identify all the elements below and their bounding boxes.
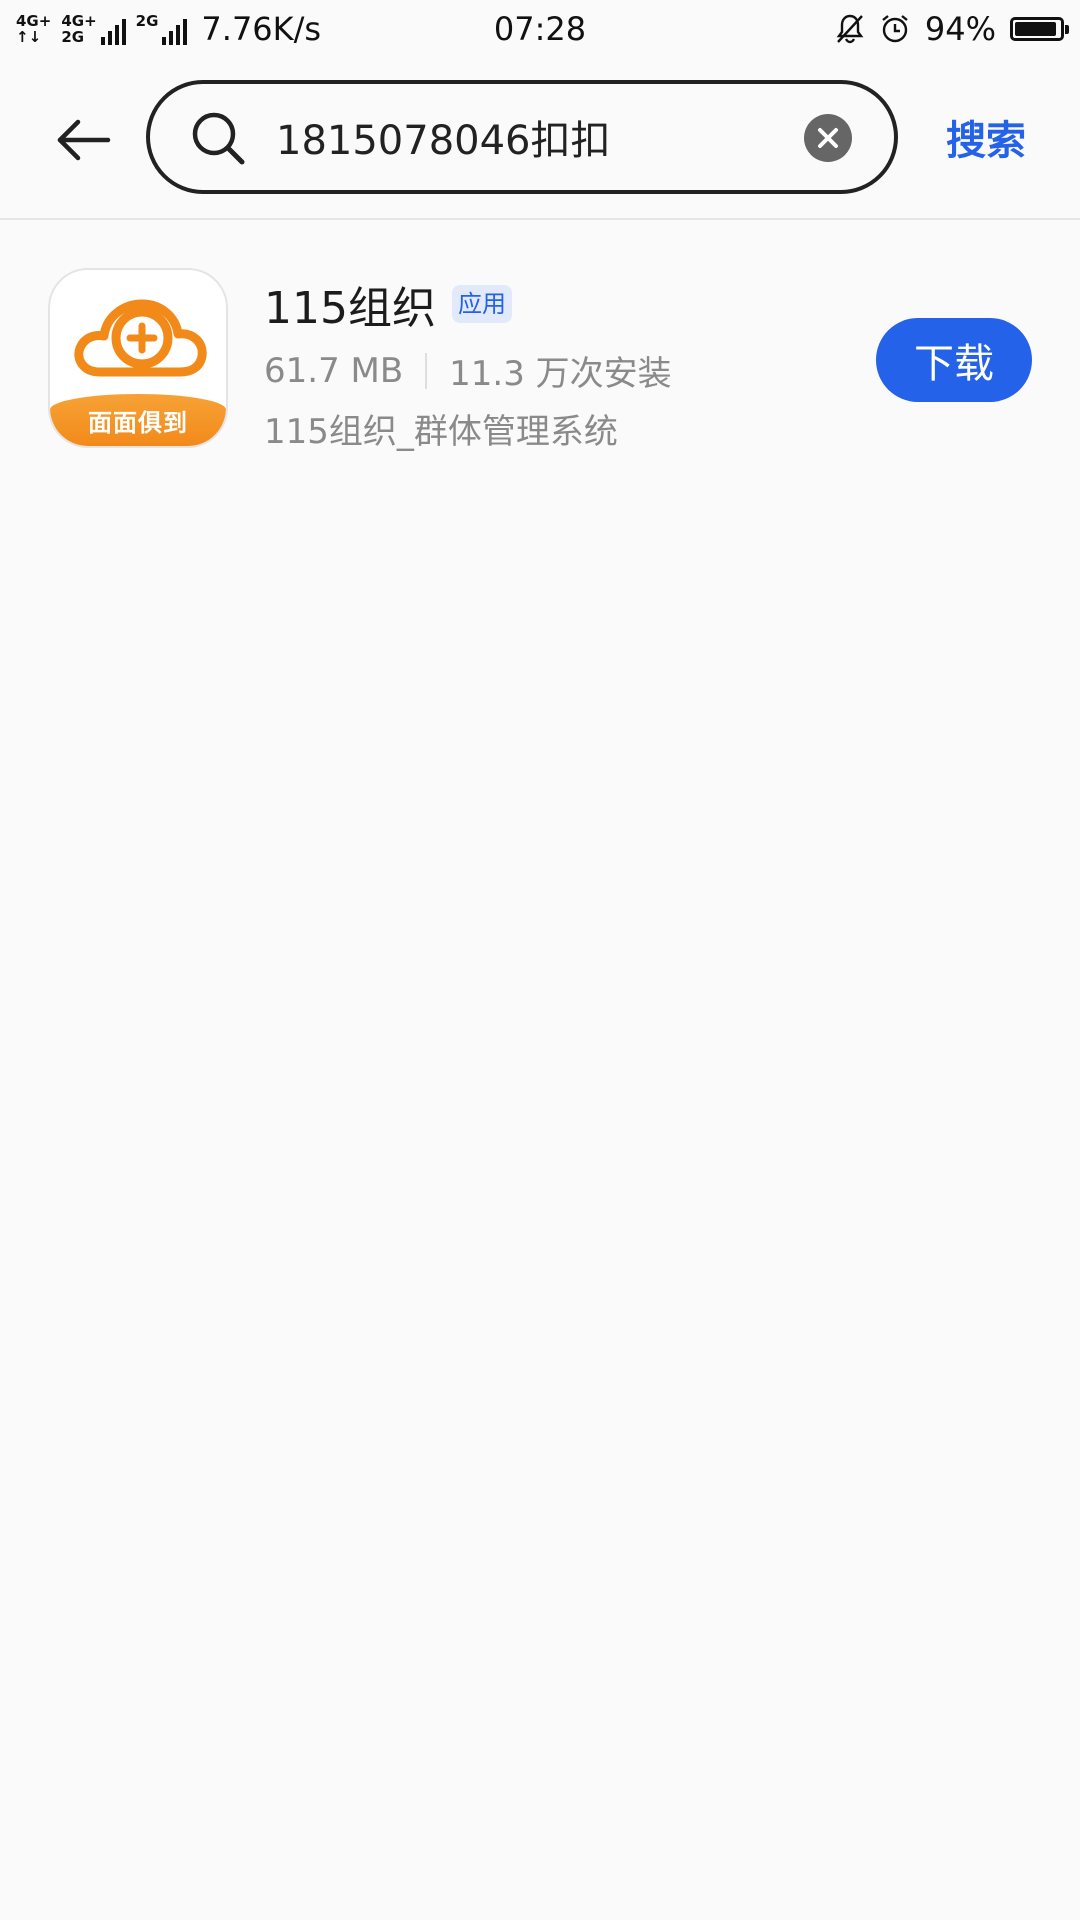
signal-bars-icon	[162, 17, 188, 45]
net-speed: 7.76K/s	[201, 10, 322, 48]
app-size: 61.7 MB	[264, 350, 404, 391]
clear-search-button[interactable]	[804, 114, 852, 162]
back-button[interactable]	[46, 110, 122, 170]
signal-sim2: 4G+ 2G	[61, 13, 126, 45]
cloud-plus-icon	[74, 299, 207, 377]
app-icon-caption: 面面俱到	[50, 394, 226, 446]
search-button[interactable]: 搜索	[946, 108, 1026, 166]
app-type-badge: 应用	[451, 285, 512, 323]
battery-percent: 94%	[924, 10, 996, 48]
network-type-2: 4G+ 2G	[61, 13, 96, 45]
screen: 4G+ ↑↓ 4G+ 2G 2G 7.76K/s 07:28 94% 18150…	[0, 0, 1080, 1920]
search-header: 搜索	[0, 58, 1080, 220]
app-meta: 61.7 MB 11.3 万次安装	[264, 346, 672, 395]
network-1-top: 4G+	[16, 12, 52, 30]
network-2-bottom: 2G	[61, 28, 85, 46]
status-bar: 4G+ ↑↓ 4G+ 2G 2G 7.76K/s 07:28 94%	[0, 0, 1080, 58]
network-type-1: 4G+ ↑↓	[16, 13, 51, 45]
signal-bars-icon	[100, 17, 126, 45]
download-button[interactable]: 下载	[876, 318, 1032, 402]
network-type-3: 2G	[136, 13, 159, 45]
alarm-clock-icon	[882, 15, 908, 43]
network-1-bottom: ↑↓	[16, 28, 42, 46]
app-icon[interactable]: 面面俱到	[48, 268, 228, 448]
close-icon	[818, 128, 838, 148]
meta-divider	[425, 352, 428, 389]
signal-sim3: 2G	[136, 13, 188, 45]
status-right: 94%	[835, 0, 1069, 58]
network-2-top: 4G+	[61, 12, 97, 30]
battery-icon	[1010, 17, 1069, 41]
app-description: 115组织_群体管理系统	[264, 412, 618, 452]
app-name-row: 115组织 应用	[264, 272, 512, 336]
network-3-label: 2G	[135, 12, 159, 30]
search-icon	[192, 112, 245, 165]
status-left: 4G+ ↑↓ 4G+ 2G 2G 7.76K/s	[16, 10, 396, 48]
app-name: 115组织	[264, 283, 436, 334]
bell-muted-icon	[836, 14, 864, 44]
result-item[interactable]: 面面俱到 115组织 应用 61.7 MB 11.3 万次安装 115组织_群体…	[0, 262, 1080, 462]
app-installs: 11.3 万次安装	[449, 354, 672, 394]
signal-sim1: 4G+ ↑↓	[16, 13, 51, 45]
arrow-left-icon	[57, 119, 111, 161]
search-box[interactable]	[146, 80, 898, 194]
search-input[interactable]	[276, 104, 776, 170]
battery-fill	[1015, 22, 1057, 36]
